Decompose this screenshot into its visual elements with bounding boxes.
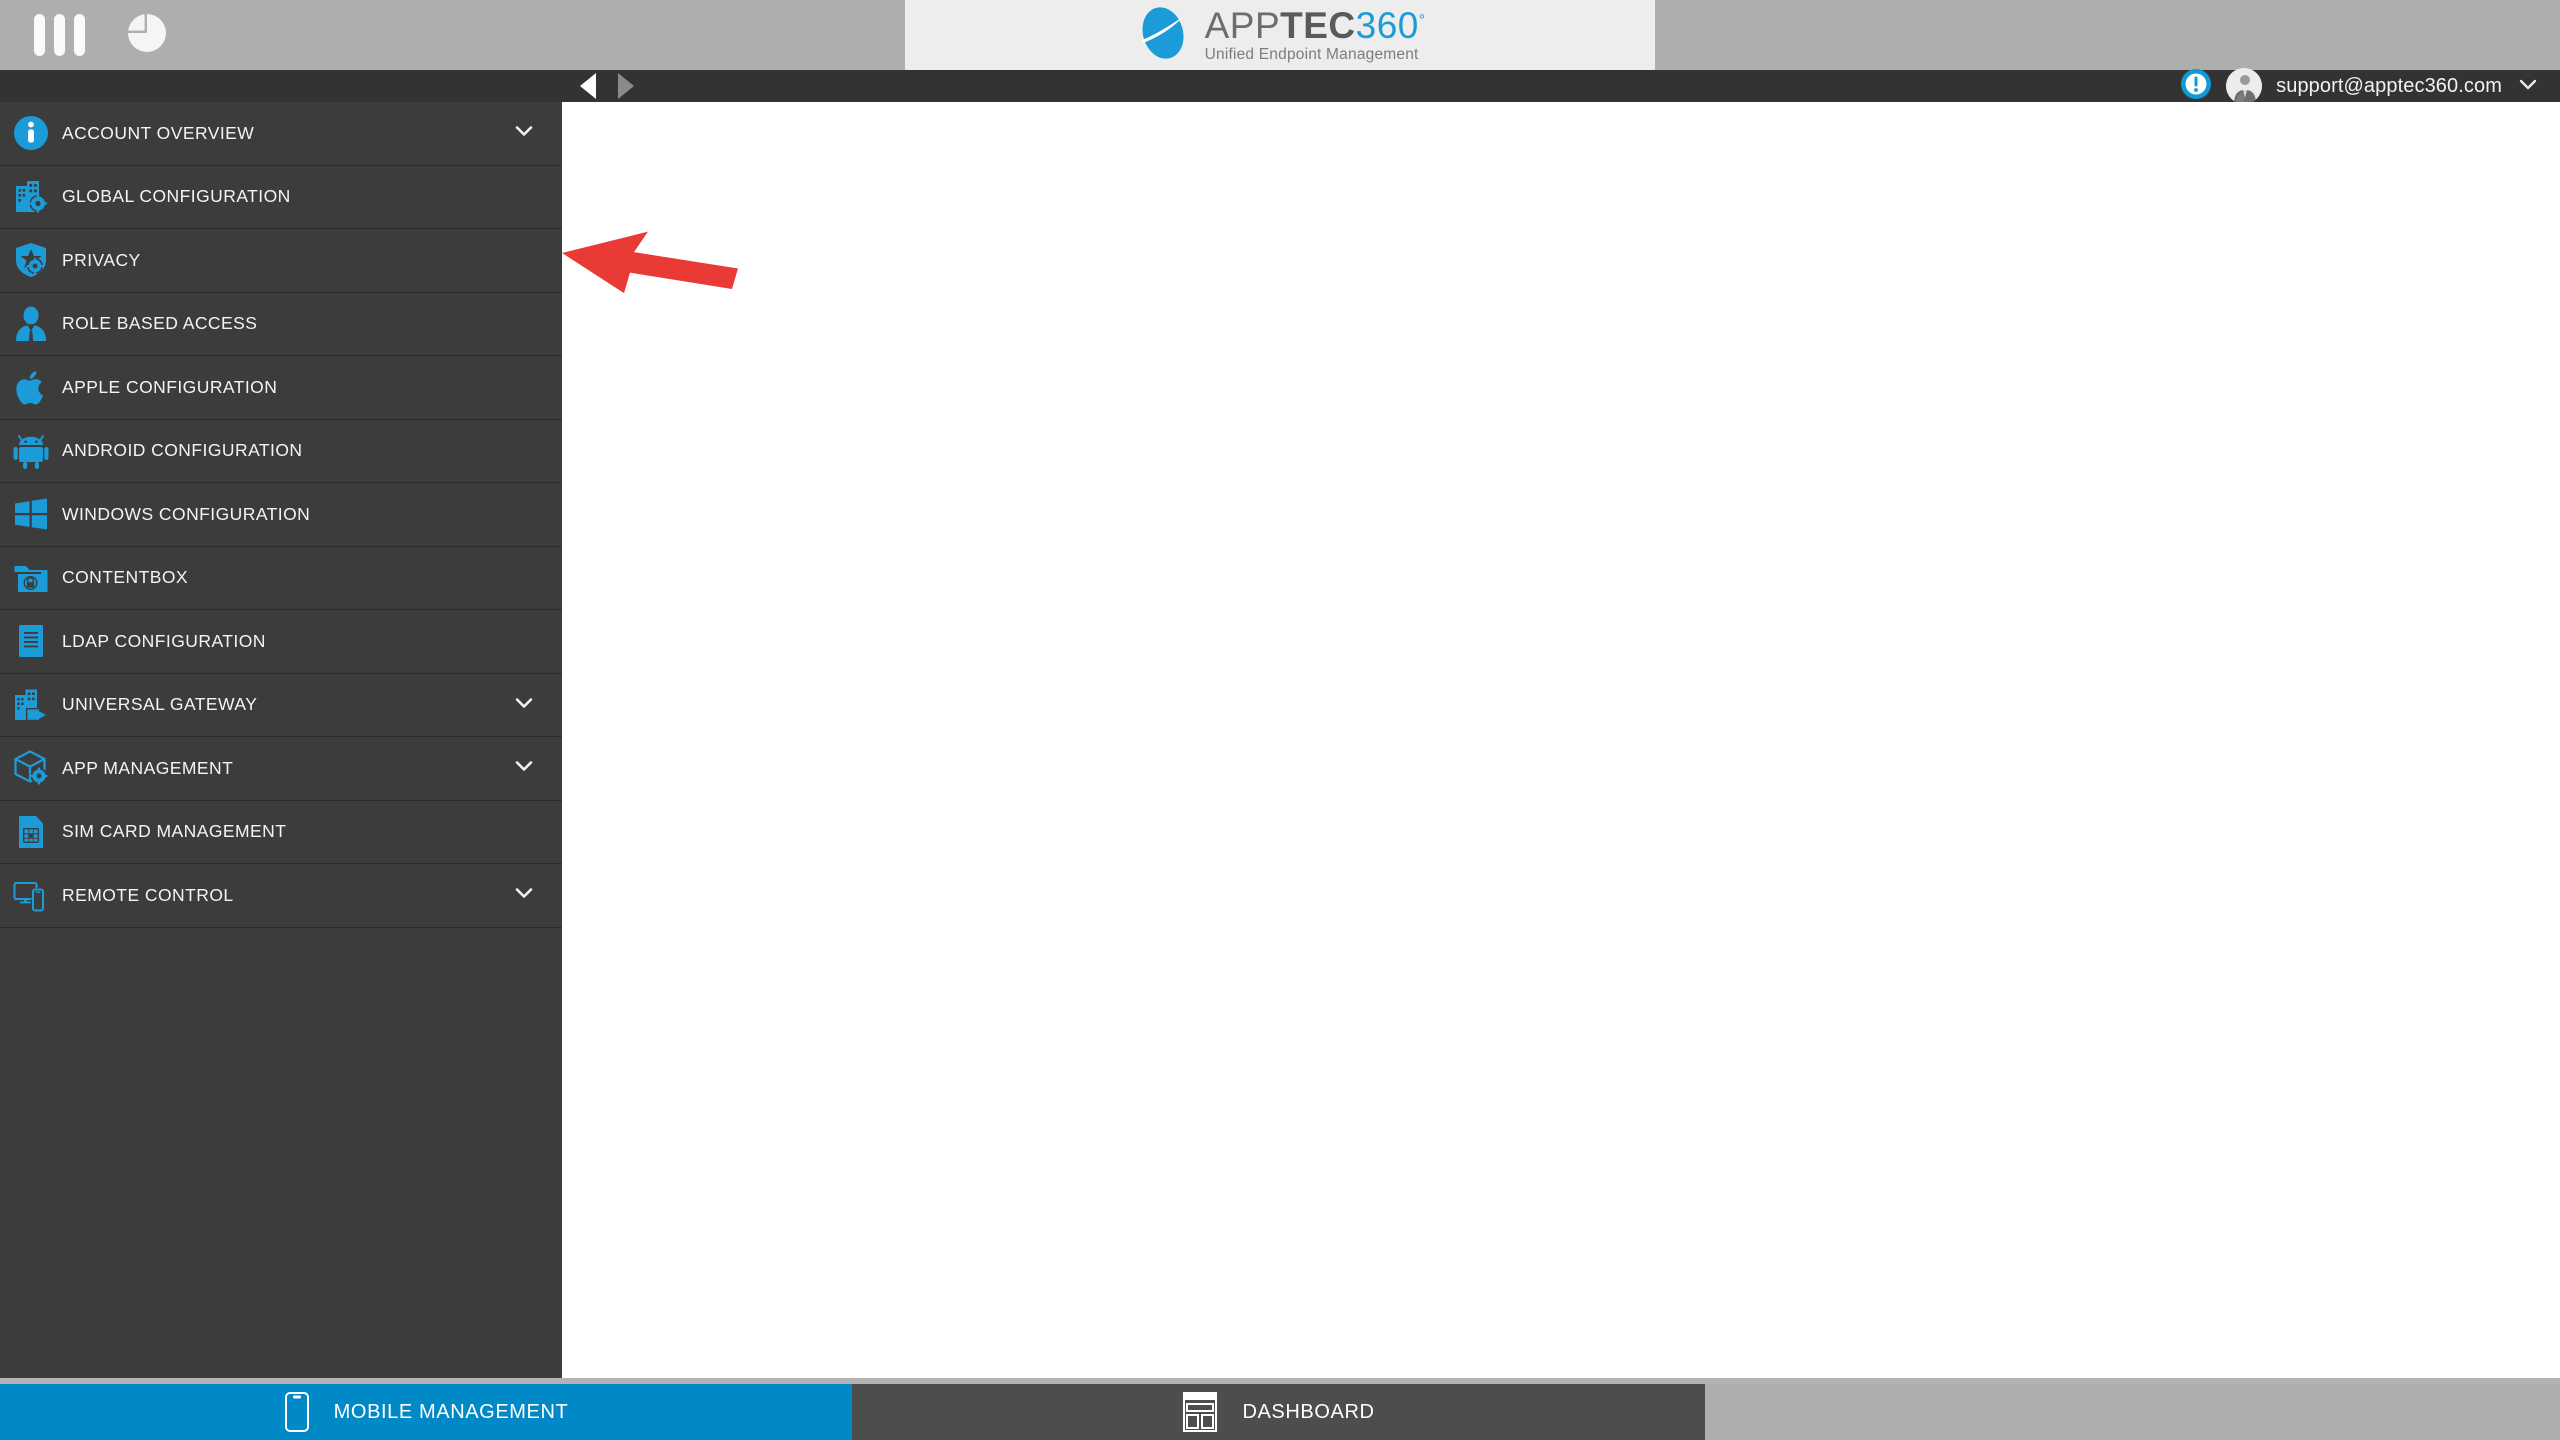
tab-dashboard-label: DASHBOARD	[1242, 1400, 1375, 1423]
avatar[interactable]	[2226, 68, 2263, 104]
logo-word-360: 360	[1355, 4, 1419, 46]
chevron-down-icon[interactable]	[512, 119, 536, 148]
sidebar-item-remote-control[interactable]: REMOTE CONTROL	[0, 864, 562, 928]
sidebar-item-label: PRIVACY	[62, 249, 141, 270]
document-lines-icon	[0, 622, 62, 660]
navigation-bar: support@apptec360.com	[0, 68, 2560, 105]
chevron-down-icon[interactable]	[512, 754, 536, 783]
user-email-label: support@apptec360.com	[2276, 74, 2502, 97]
user-suit-icon	[0, 305, 62, 343]
info-circle-icon	[0, 114, 62, 152]
logo-word-app: APP	[1204, 4, 1281, 46]
history-navigation	[580, 73, 634, 99]
sidebar-item-label: ACCOUNT OVERVIEW	[62, 122, 255, 143]
triangle-right-icon[interactable]	[618, 73, 634, 99]
sidebar-item-ldap-configuration[interactable]: LDAP CONFIGURATION	[0, 610, 562, 674]
bar-2	[54, 14, 65, 56]
sim-card-icon	[0, 813, 62, 851]
sidebar-item-universal-gateway[interactable]: UNIVERSAL GATEWAY	[0, 673, 562, 737]
logo-text-block: APPTEC360° Unified Endpoint Management	[1205, 7, 1426, 64]
sidebar-item-global-configuration[interactable]: GLOBAL CONFIGURATION	[0, 165, 562, 229]
three-bars-icon[interactable]	[34, 14, 85, 56]
app-logo: APPTEC360° Unified Endpoint Management	[905, 0, 1655, 70]
sidebar-item-label: ROLE BASED ACCESS	[62, 313, 258, 334]
sidebar-item-label: GLOBAL CONFIGURATION	[62, 186, 291, 207]
main-body: ACCOUNT OVERVIEW GLOBAL CONFIGURATION PRIV…	[0, 102, 2560, 1378]
sidebar-item-role-based-access[interactable]: ROLE BASED ACCESS	[0, 292, 562, 356]
android-icon	[0, 432, 62, 470]
main-sidebar: ACCOUNT OVERVIEW GLOBAL CONFIGURATION PRIV…	[0, 102, 562, 1378]
apptec-logo-mark	[1135, 4, 1191, 67]
pie-chart-icon[interactable]	[125, 11, 169, 60]
tab-dashboard[interactable]: DASHBOARD	[852, 1384, 1705, 1440]
bottom-tab-bar: MOBILE MANAGEMENT DASHBOARD	[0, 1378, 2560, 1440]
sidebar-item-label: CONTENTBOX	[62, 567, 189, 588]
user-account-area: support@apptec360.com	[2180, 68, 2540, 105]
application-window: APPTEC360° Unified Endpoint Management s…	[0, 0, 2560, 1440]
triangle-left-icon[interactable]	[580, 73, 596, 99]
chevron-down-icon[interactable]	[512, 690, 536, 719]
content-area	[562, 102, 2560, 1378]
logo-wordmark: APPTEC360°	[1205, 7, 1426, 44]
sidebar-item-apple-configuration[interactable]: APPLE CONFIGURATION	[0, 356, 562, 420]
building-arrow-icon	[0, 686, 62, 724]
sidebar-item-account-overview[interactable]: ACCOUNT OVERVIEW	[0, 102, 562, 166]
chevron-down-icon[interactable]	[2516, 72, 2540, 101]
folder-lock-icon	[0, 559, 62, 597]
sidebar-item-label: APP MANAGEMENT	[62, 757, 234, 778]
mobile-phone-icon	[284, 1391, 310, 1433]
sidebar-item-contentbox[interactable]: CONTENTBOX	[0, 546, 562, 610]
sidebar-item-app-management[interactable]: APP MANAGEMENT	[0, 737, 562, 801]
windows-icon	[0, 495, 62, 533]
apple-icon	[0, 368, 62, 406]
sidebar-item-label: WINDOWS CONFIGURATION	[62, 503, 311, 524]
bar-1	[34, 14, 45, 56]
shield-star-gear-icon	[0, 241, 62, 279]
sidebar-item-label: REMOTE CONTROL	[62, 884, 234, 905]
brand-bar: APPTEC360° Unified Endpoint Management	[0, 0, 2560, 70]
sidebar-item-privacy[interactable]: PRIVACY	[0, 229, 562, 293]
sidebar-item-label: UNIVERSAL GATEWAY	[62, 694, 258, 715]
sidebar-item-android-configuration[interactable]: ANDROID CONFIGURATION	[0, 419, 562, 483]
sidebar-item-label: LDAP CONFIGURATION	[62, 630, 266, 651]
exclamation-badge-icon[interactable]	[2180, 68, 2212, 105]
box-gear-icon	[0, 749, 62, 787]
building-gear-icon	[0, 178, 62, 216]
monitor-phone-icon	[0, 876, 62, 914]
dashboard-layout-icon	[1182, 1391, 1218, 1433]
sidebar-item-windows-configuration[interactable]: WINDOWS CONFIGURATION	[0, 483, 562, 547]
logo-word-tec: TEC	[1280, 4, 1356, 46]
tab-bar-filler	[1705, 1384, 2560, 1440]
sidebar-item-label: SIM CARD MANAGEMENT	[62, 821, 287, 842]
logo-degree-symbol: °	[1418, 11, 1426, 29]
tab-mobile-management[interactable]: MOBILE MANAGEMENT	[0, 1384, 852, 1440]
chevron-down-icon[interactable]	[512, 881, 536, 910]
brand-bar-icon-group	[0, 11, 169, 60]
bar-3	[74, 14, 85, 56]
sidebar-item-label: ANDROID CONFIGURATION	[62, 440, 303, 461]
sidebar-item-sim-card-management[interactable]: SIM CARD MANAGEMENT	[0, 800, 562, 864]
sidebar-item-label: APPLE CONFIGURATION	[62, 376, 278, 397]
logo-subtitle: Unified Endpoint Management	[1204, 45, 1419, 63]
tab-mobile-management-label: MOBILE MANAGEMENT	[333, 1400, 569, 1423]
